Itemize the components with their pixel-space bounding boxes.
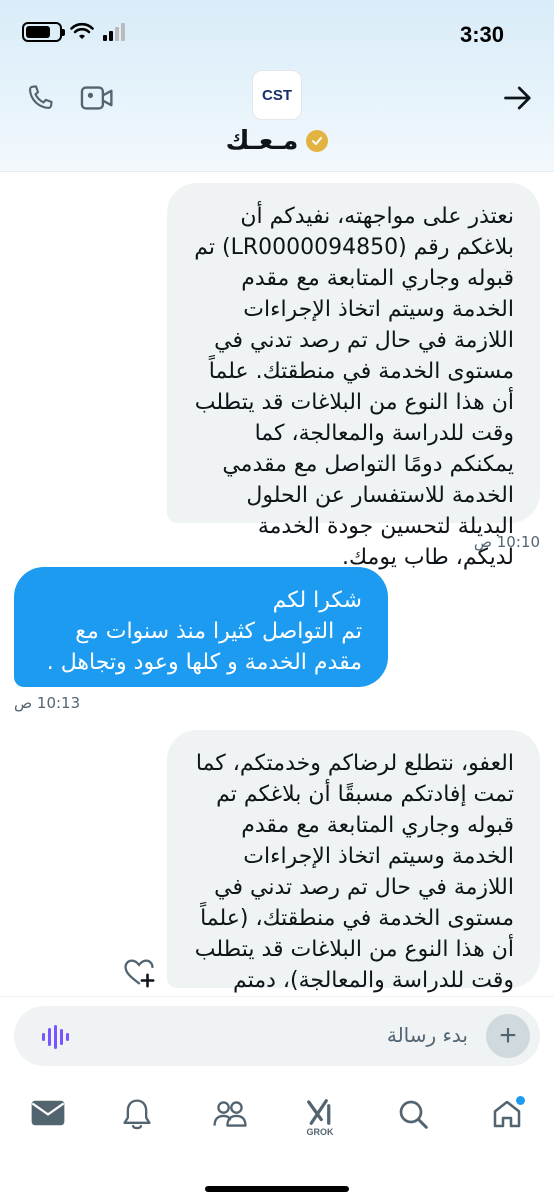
home-indicator	[205, 1186, 349, 1192]
phone-icon[interactable]	[22, 80, 58, 116]
voice-message-icon[interactable]	[40, 1022, 70, 1052]
avatar-logo-text: CST	[262, 86, 292, 104]
people-icon	[213, 1101, 247, 1127]
communities-tab[interactable]	[210, 1098, 250, 1142]
video-camera-icon[interactable]	[78, 80, 116, 116]
contact-name-text: مـعـك	[225, 126, 299, 156]
message-bubble-incoming[interactable]: نعتذر على مواجهته، نفيدكم أن بلاغكم رقم …	[167, 183, 540, 570]
search-icon	[399, 1100, 428, 1129]
message-composer[interactable]: + بدء رسالة	[14, 1006, 540, 1066]
signal-icon	[103, 23, 125, 41]
message-input[interactable]: بدء رسالة	[387, 1023, 468, 1047]
message-bubble-incoming[interactable]: العفو، نتطلع لرضاكم وخدمتكم، كما تمت إفا…	[167, 730, 540, 1024]
contact-name[interactable]: مـعـك	[0, 126, 554, 156]
battery-icon	[22, 22, 65, 42]
message-timestamp: 10:13 ص	[14, 694, 81, 712]
home-tab[interactable]	[487, 1096, 527, 1142]
chat-header: 3:30 CST مـعـك	[0, 0, 554, 172]
grok-tab[interactable]: GROK	[300, 1098, 340, 1142]
messages-tab[interactable]	[28, 1098, 68, 1142]
add-attachment-button[interactable]: +	[486, 1014, 530, 1058]
add-reaction-icon[interactable]	[122, 955, 156, 989]
envelope-icon	[31, 1100, 65, 1126]
new-content-dot	[516, 1096, 525, 1105]
search-tab[interactable]	[393, 1098, 433, 1142]
message-timestamp: 10:10 ص	[473, 533, 540, 551]
message-bubble-outgoing[interactable]: شكرا لكم تم التواصل كثيرا منذ سنوات مع م…	[14, 567, 388, 687]
status-time: 3:30	[459, 22, 504, 47]
bell-icon	[123, 1099, 151, 1130]
notifications-tab[interactable]	[117, 1098, 157, 1142]
wifi-icon	[70, 22, 94, 39]
verified-badge-icon	[306, 130, 329, 152]
grok-icon	[307, 1099, 331, 1125]
grok-label: GROK	[306, 1127, 334, 1137]
avatar[interactable]: CST	[252, 70, 302, 120]
status-icons	[22, 22, 126, 42]
bottom-tab-bar: GROK	[0, 1080, 554, 1200]
arrow-right-icon[interactable]	[498, 80, 538, 116]
